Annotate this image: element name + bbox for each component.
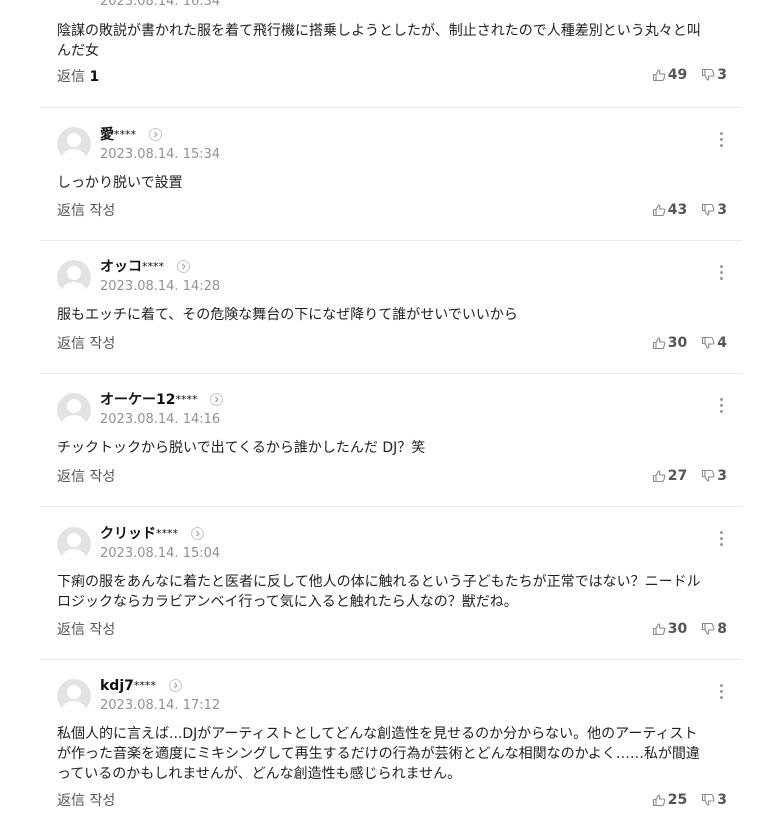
reply-button[interactable]: 返信 작성	[57, 202, 115, 220]
reply-button[interactable]: 返信 1	[57, 68, 99, 86]
chevron-right-icon[interactable]	[168, 678, 182, 692]
reply-button[interactable]: 返信 작성	[57, 792, 115, 810]
reply-button[interactable]: 返信 작성	[57, 621, 115, 639]
comment-text: 服もエッチに着て、その危険な舞台の下になぜ降りて誰がせいでいいから	[57, 307, 518, 323]
thumb-down-icon	[702, 622, 715, 635]
comment-date: 2023.08.14. 16:34	[100, 0, 221, 9]
reply-label: 返信 작성	[57, 469, 116, 485]
dislike-count: 3	[717, 792, 727, 808]
dislike-count: 3	[717, 202, 727, 218]
user-nickname[interactable]: オッコ****	[100, 258, 190, 276]
like-count: 25	[667, 792, 688, 808]
thumb-down-icon	[702, 793, 715, 806]
comment-item: オッコ**** 2023.08.14. 14:28 服もエッチに着て、その危険な…	[40, 241, 742, 373]
comment-date: 2023.08.14. 14:28	[100, 279, 221, 294]
reply-label: 返信 작성	[57, 203, 116, 219]
nickname-text: 愛	[100, 127, 114, 143]
reply-label: 返信 작성	[57, 622, 116, 638]
user-nickname[interactable]: kdj7****	[100, 677, 182, 695]
default-avatar-icon[interactable]	[57, 679, 91, 713]
thumb-up-icon	[652, 794, 666, 807]
more-vertical-icon[interactable]	[720, 531, 724, 547]
user-nickname[interactable]: オーケー12****	[100, 391, 224, 409]
comment-date: 2023.08.14. 14:16	[100, 412, 221, 427]
nickname-mask: ****	[133, 679, 156, 692]
user-nickname[interactable]: 愛****	[100, 126, 162, 144]
nickname-mask: ****	[175, 393, 198, 406]
dislike-button[interactable]: 3	[701, 792, 727, 808]
thumb-up-icon	[652, 69, 666, 82]
thumb-down-icon	[702, 336, 715, 349]
user-nickname[interactable]: クリッド****	[100, 525, 204, 543]
comment-text: 陰謀の敗説が書かれた服を着て飛行機に搭乗しようとしたが、制止されたので人種差別と…	[57, 23, 701, 59]
comment-item: クリッド**** 2023.08.14. 15:04 下痢の服をあんなに着たと医…	[40, 507, 742, 659]
chevron-right-icon[interactable]	[148, 127, 162, 141]
reply-count: 1	[89, 69, 100, 85]
like-button[interactable]: 25	[652, 792, 687, 808]
more-vertical-icon[interactable]	[720, 132, 724, 148]
comment-text: しっかり脱いで設置	[57, 175, 183, 191]
nickname-text: クリッド	[100, 526, 156, 542]
nickname-text: kdj7	[100, 678, 134, 694]
thumb-up-icon	[652, 623, 666, 636]
dislike-button[interactable]: 4	[701, 335, 727, 351]
like-count: 43	[667, 202, 688, 218]
comment-text: チックトックから脱いで出てくるから誰かしたんだ DJ？笑	[57, 440, 426, 456]
comment-date: 2023.08.14. 15:04	[100, 546, 221, 561]
like-count: 49	[667, 67, 688, 83]
thumb-down-icon	[702, 68, 715, 81]
like-button[interactable]: 30	[652, 621, 687, 637]
chevron-right-icon[interactable]	[210, 392, 224, 406]
like-button[interactable]: 49	[652, 67, 687, 83]
comment-date: 2023.08.14. 17:12	[100, 698, 221, 713]
reply-label: 返信 작성	[57, 793, 116, 809]
nickname-mask: ****	[142, 260, 164, 273]
chevron-right-icon[interactable]	[176, 259, 190, 273]
default-avatar-icon[interactable]	[57, 527, 91, 561]
nickname-mask: ****	[114, 128, 136, 141]
default-avatar-icon[interactable]	[57, 393, 91, 427]
dislike-count: 4	[717, 335, 727, 351]
dislike-button[interactable]: 3	[701, 468, 727, 484]
comment-item: 2023.08.14. 16:34 陰謀の敗説が書かれた服を着て飛行機に搭乗しよ…	[40, 0, 742, 107]
nickname-text: オッコ	[100, 259, 142, 275]
dislike-count: 3	[717, 67, 727, 83]
dislike-button[interactable]: 8	[701, 621, 727, 637]
dislike-button[interactable]: 3	[701, 67, 727, 83]
reply-label: 返信 작성	[57, 336, 116, 352]
dislike-button[interactable]: 3	[701, 202, 727, 218]
comment-item: kdj7**** 2023.08.14. 17:12 私個人的に言えば...DJ…	[40, 660, 742, 816]
thumb-down-icon	[702, 469, 715, 482]
thumb-up-icon	[652, 204, 666, 217]
like-button[interactable]: 27	[652, 468, 687, 484]
nickname-mask: ****	[156, 527, 178, 540]
comment-item: 愛**** 2023.08.14. 15:34 しっかり脱いで設置 返信 작성 …	[40, 108, 742, 240]
dislike-count: 8	[717, 621, 727, 637]
like-count: 30	[667, 335, 688, 351]
comment-text: 下痢の服をあんなに着たと医者に反して他人の体に触れるという子どもたちが正常ではな…	[57, 574, 701, 610]
more-vertical-icon[interactable]	[720, 398, 724, 414]
comment-item: オーケー12**** 2023.08.14. 14:16 チックトックから脱いで…	[40, 374, 742, 506]
default-avatar-icon[interactable]	[57, 127, 91, 161]
thumb-up-icon	[652, 470, 666, 483]
thumb-down-icon	[702, 203, 715, 216]
like-count: 30	[667, 621, 688, 637]
default-avatar-icon[interactable]	[57, 260, 91, 294]
like-count: 27	[667, 468, 688, 484]
thumb-up-icon	[652, 337, 666, 350]
like-button[interactable]: 30	[652, 335, 687, 351]
comment-text: 私個人的に言えば...DJがアーティストとしてどんな創造性を見せるのか分からない…	[57, 726, 700, 782]
reply-button[interactable]: 返信 작성	[57, 335, 115, 353]
more-vertical-icon[interactable]	[720, 684, 724, 700]
like-button[interactable]: 43	[652, 202, 687, 218]
reply-label: 返信	[57, 69, 85, 85]
dislike-count: 3	[717, 468, 727, 484]
chevron-right-icon[interactable]	[190, 526, 204, 540]
nickname-text: オーケー12	[100, 392, 176, 408]
comment-date: 2023.08.14. 15:34	[100, 147, 221, 162]
more-vertical-icon[interactable]	[720, 265, 724, 281]
reply-button[interactable]: 返信 작성	[57, 468, 115, 486]
